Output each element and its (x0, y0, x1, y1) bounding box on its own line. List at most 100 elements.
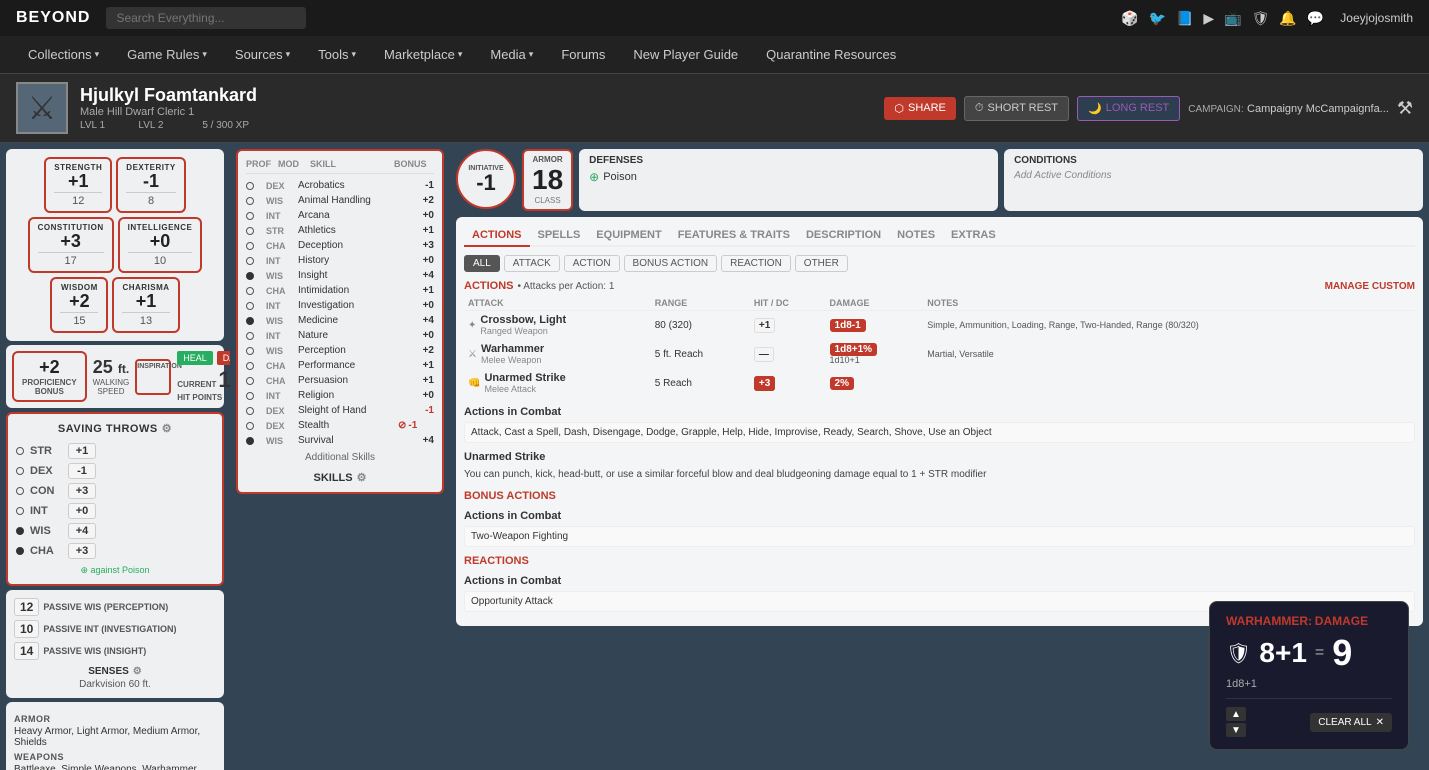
stat-intelligence[interactable]: INTELLIGENCE +0 10 (118, 217, 203, 273)
skill-history[interactable]: INT History +0 (246, 253, 434, 268)
filter-bonus-action[interactable]: BONUS ACTION (624, 255, 718, 272)
unarmed-range: 5 Reach (651, 369, 750, 398)
skill-dot-persuasion (246, 377, 254, 385)
save-row-cha[interactable]: CHA +3 (16, 541, 214, 561)
nav-game-rules[interactable]: Game Rules▾ (115, 39, 219, 70)
add-condition-button[interactable]: Add Active Conditions (1014, 170, 1413, 181)
attack-unarmed[interactable]: 👊 Unarmed Strike Melee Attack 5 Reach +3… (464, 369, 1415, 398)
passive-insight[interactable]: 14 PASSIVE WIS (INSIGHT) (14, 640, 216, 662)
save-row-int[interactable]: INT +0 (16, 501, 214, 521)
skill-deception[interactable]: CHA Deception +3 (246, 238, 434, 253)
defense-poison-name: Poison (603, 171, 637, 183)
stat-wisdom[interactable]: WISDOM +2 15 (50, 277, 108, 333)
nav-marketplace[interactable]: Marketplace▾ (372, 39, 474, 70)
skill-religion[interactable]: INT Religion +0 (246, 388, 434, 403)
defense-poison: ⊕ Poison (589, 170, 988, 184)
character-xp: LVL 1 LVL 2 5 / 300 XP (80, 120, 257, 131)
skills-settings-icon[interactable]: ⚙ (357, 471, 367, 484)
skill-investigation[interactable]: INT Investigation +0 (246, 298, 434, 313)
crossbow-notes: Simple, Ammunition, Loading, Range, Two-… (923, 311, 1415, 340)
initiative-box[interactable]: INITIATIVE -1 (456, 149, 516, 209)
save-row-dex[interactable]: DEX -1 (16, 461, 214, 481)
stat-constitution[interactable]: CONSTITUTION +3 17 (28, 217, 114, 273)
passive-investigation[interactable]: 10 PASSIVE INT (INVESTIGATION) (14, 618, 216, 640)
skill-nature[interactable]: INT Nature +0 (246, 328, 434, 343)
skill-dot-animal-handling (246, 197, 254, 205)
save-row-str[interactable]: STR +1 (16, 441, 214, 461)
skill-stealth[interactable]: DEX Stealth ⊘ -1 (246, 418, 434, 433)
filter-attack[interactable]: ATTACK (504, 255, 560, 272)
shield-icon[interactable]: 🛡 (1252, 10, 1270, 27)
clear-all-button[interactable]: CLEAR ALL ✕ (1310, 713, 1392, 732)
tab-actions[interactable]: ACTIONS (464, 225, 530, 247)
save-row-wis[interactable]: WIS +4 (16, 521, 214, 541)
attack-warhammer[interactable]: ⚔ Warhammer Melee Weapon 5 ft. Reach — (464, 340, 1415, 369)
nav-collections[interactable]: Collections▾ (16, 39, 111, 70)
skill-animal-handling[interactable]: WIS Animal Handling +2 (246, 193, 434, 208)
tab-equipment[interactable]: EQUIPMENT (588, 225, 669, 247)
dice-scroll-down[interactable]: ▼ (1226, 723, 1246, 737)
filter-reaction[interactable]: REACTION (721, 255, 791, 272)
inspiration-box[interactable]: INSPIRATION (135, 359, 171, 395)
unarmed-sub: Melee Attack (484, 384, 565, 394)
heal-button[interactable]: HEAL (177, 351, 213, 365)
nav-quarantine-resources[interactable]: Quarantine Resources (754, 39, 908, 70)
saving-throws-box: SAVING THROWS ⚙ STR +1 DEX -1 CON +3 (6, 412, 224, 586)
stat-dexterity[interactable]: DEXTERITY -1 8 (116, 157, 185, 213)
chat-icon[interactable]: 💬 (1307, 10, 1324, 27)
bell-icon[interactable]: 🔔 (1279, 10, 1296, 27)
twitch-icon[interactable]: 📺 (1224, 10, 1241, 27)
skill-acrobatics[interactable]: DEX Acrobatics -1 (246, 178, 434, 193)
skill-athletics[interactable]: STR Athletics +1 (246, 223, 434, 238)
skill-insight[interactable]: WIS Insight +4 (246, 268, 434, 283)
share-button[interactable]: ⬡SHARE (884, 97, 956, 120)
skill-dot-medicine (246, 317, 254, 325)
current-label: CURRENT (177, 380, 216, 389)
attack-crossbow[interactable]: ✦ Crossbow, Light Ranged Weapon 80 (320)… (464, 311, 1415, 340)
tab-features-traits[interactable]: FEATURES & TRAITS (670, 225, 798, 247)
short-rest-button[interactable]: ⏱SHORT REST (964, 96, 1069, 121)
nav-tools[interactable]: Tools▾ (306, 39, 368, 70)
twitter-icon[interactable]: 🐦 (1149, 10, 1166, 27)
filter-action[interactable]: ACTION (564, 255, 620, 272)
skill-persuasion[interactable]: CHA Persuasion +1 (246, 373, 434, 388)
skill-sleight-of-hand[interactable]: DEX Sleight of Hand -1 (246, 403, 434, 418)
filter-all[interactable]: ALL (464, 255, 500, 272)
senses-settings-icon[interactable]: ⚙ (133, 666, 142, 677)
save-val-con: +3 (68, 483, 96, 499)
stat-charisma[interactable]: CHARISMA +1 13 (112, 277, 179, 333)
nav-sources[interactable]: Sources▾ (223, 39, 302, 70)
youtube-icon[interactable]: ▶ (1203, 10, 1214, 27)
skill-perception[interactable]: WIS Perception +2 (246, 343, 434, 358)
tab-description[interactable]: DESCRIPTION (798, 225, 889, 247)
long-rest-button[interactable]: 🌙LONG REST (1077, 96, 1180, 121)
tab-notes[interactable]: NOTES (889, 225, 943, 247)
dice-scroll-up[interactable]: ▲ (1226, 707, 1246, 721)
skill-dot-athletics (246, 227, 254, 235)
skill-survival[interactable]: WIS Survival +4 (246, 433, 434, 448)
top-navigation: BEYOND 🎲 🐦 📘 ▶ 📺 🛡 🔔 💬 Joeyjojosmith (0, 0, 1429, 36)
user-label[interactable]: Joeyjojosmith (1340, 11, 1413, 25)
damage-button[interactable]: DAMAGE (217, 351, 230, 365)
nav-forums[interactable]: Forums (549, 39, 617, 70)
facebook-icon[interactable]: 📘 (1176, 10, 1193, 27)
skill-medicine[interactable]: WIS Medicine +4 (246, 313, 434, 328)
save-row-con[interactable]: CON +3 (16, 481, 214, 501)
filter-other[interactable]: OTHER (795, 255, 848, 272)
settings-icon[interactable]: ⚙ (162, 422, 172, 435)
skill-intimidation[interactable]: CHA Intimidation +1 (246, 283, 434, 298)
passive-perception[interactable]: 12 PASSIVE WIS (PERCEPTION) (14, 596, 216, 618)
nav-new-player-guide[interactable]: New Player Guide (621, 39, 750, 70)
skill-performance[interactable]: CHA Performance +1 (246, 358, 434, 373)
stat-strength[interactable]: STRENGTH +1 12 (44, 157, 112, 213)
tab-extras[interactable]: EXTRAS (943, 225, 1004, 247)
skill-dot-deception (246, 242, 254, 250)
skill-arcana[interactable]: INT Arcana +0 (246, 208, 434, 223)
dice-icon[interactable]: 🎲 (1121, 10, 1138, 27)
nav-media[interactable]: Media▾ (478, 39, 545, 70)
actions-header: ACTIONS • Attacks per Action: 1 MANAGE C… (464, 280, 1415, 292)
tab-spells[interactable]: SPELLS (530, 225, 589, 247)
manage-custom-button[interactable]: MANAGE CUSTOM (1325, 281, 1415, 292)
search-input[interactable] (106, 7, 306, 29)
additional-skills-link[interactable]: Additional Skills (246, 448, 434, 467)
